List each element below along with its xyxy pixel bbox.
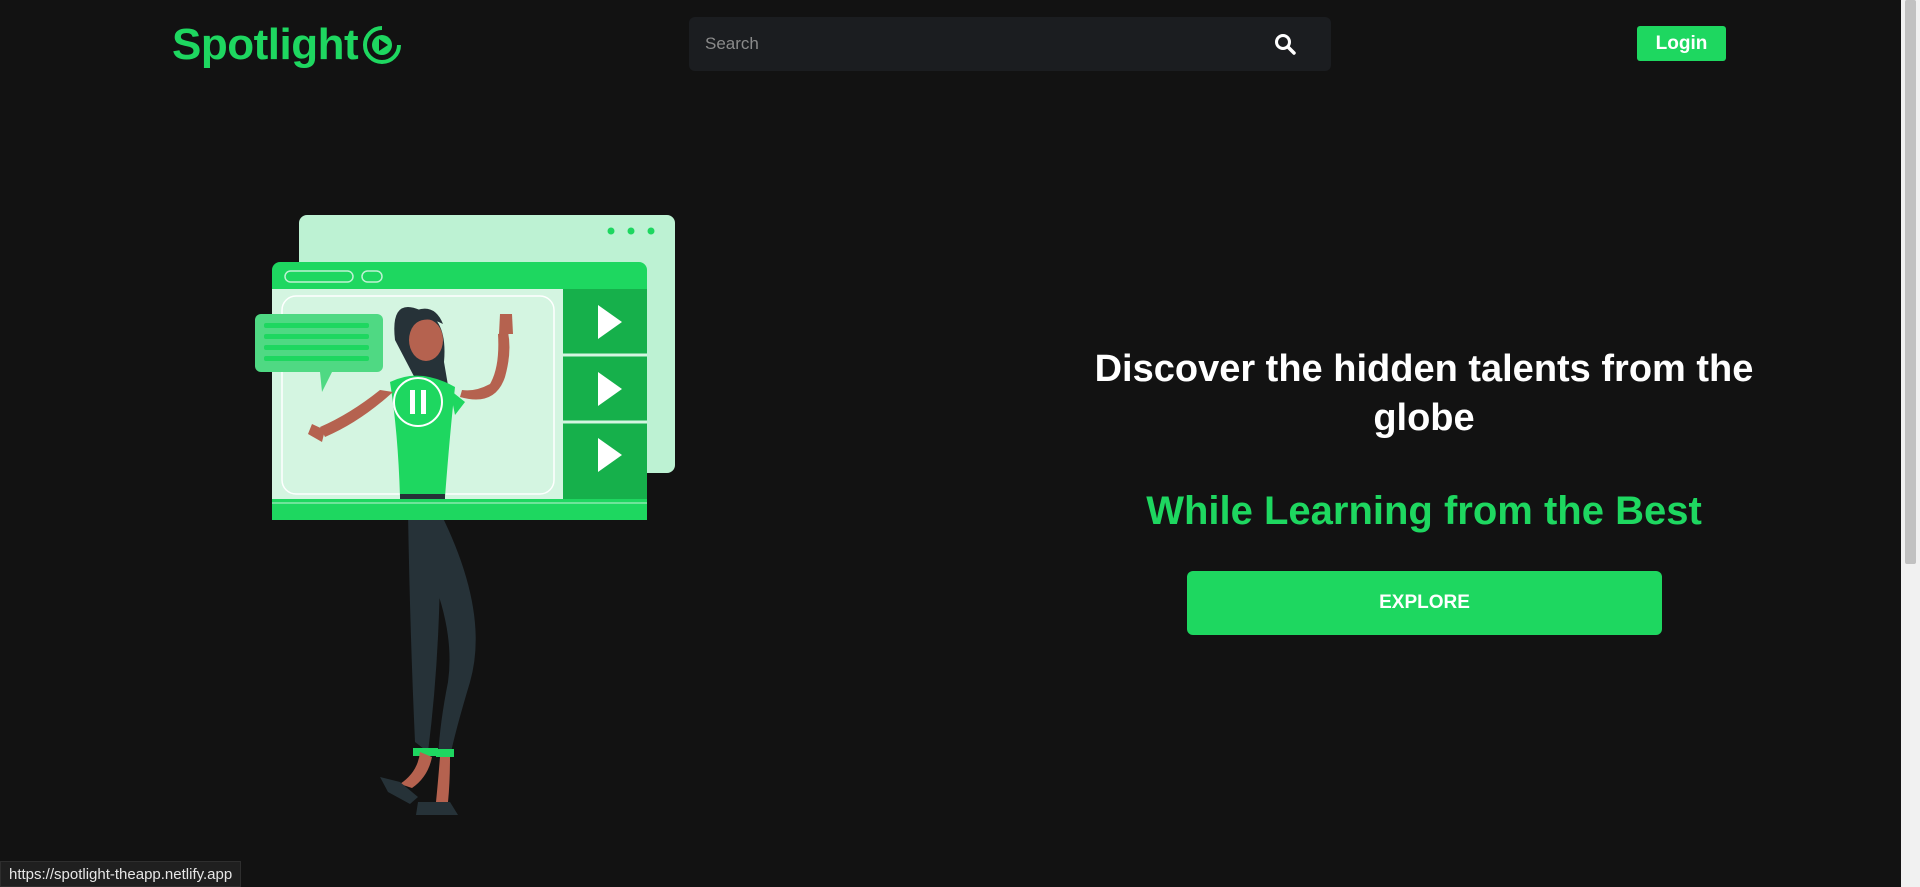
page: Spotlight Login — [0, 0, 1920, 887]
scrollbar[interactable] — [1901, 0, 1920, 887]
hero-subtitle: While Learning from the Best — [1146, 489, 1702, 533]
search-button[interactable] — [1255, 17, 1315, 71]
video-learning-illustration — [255, 215, 675, 815]
status-bar-url: https://spotlight-theapp.netlify.app — [0, 861, 242, 887]
search-bar — [689, 16, 1331, 72]
search-input[interactable] — [689, 16, 1255, 72]
login-button[interactable]: Login — [1637, 26, 1726, 61]
play-swirl-icon — [363, 26, 402, 64]
hero-text: Discover the hidden talents from the glo… — [1080, 345, 1768, 534]
logo-text: Spotlight — [172, 20, 359, 69]
search-icon — [1275, 34, 1296, 55]
hero-title: Discover the hidden talents from the glo… — [1094, 348, 1754, 439]
explore-button[interactable]: EXPLORE — [1187, 571, 1662, 635]
scrollbar-thumb[interactable] — [1905, 0, 1916, 564]
logo[interactable]: Spotlight — [172, 20, 402, 70]
